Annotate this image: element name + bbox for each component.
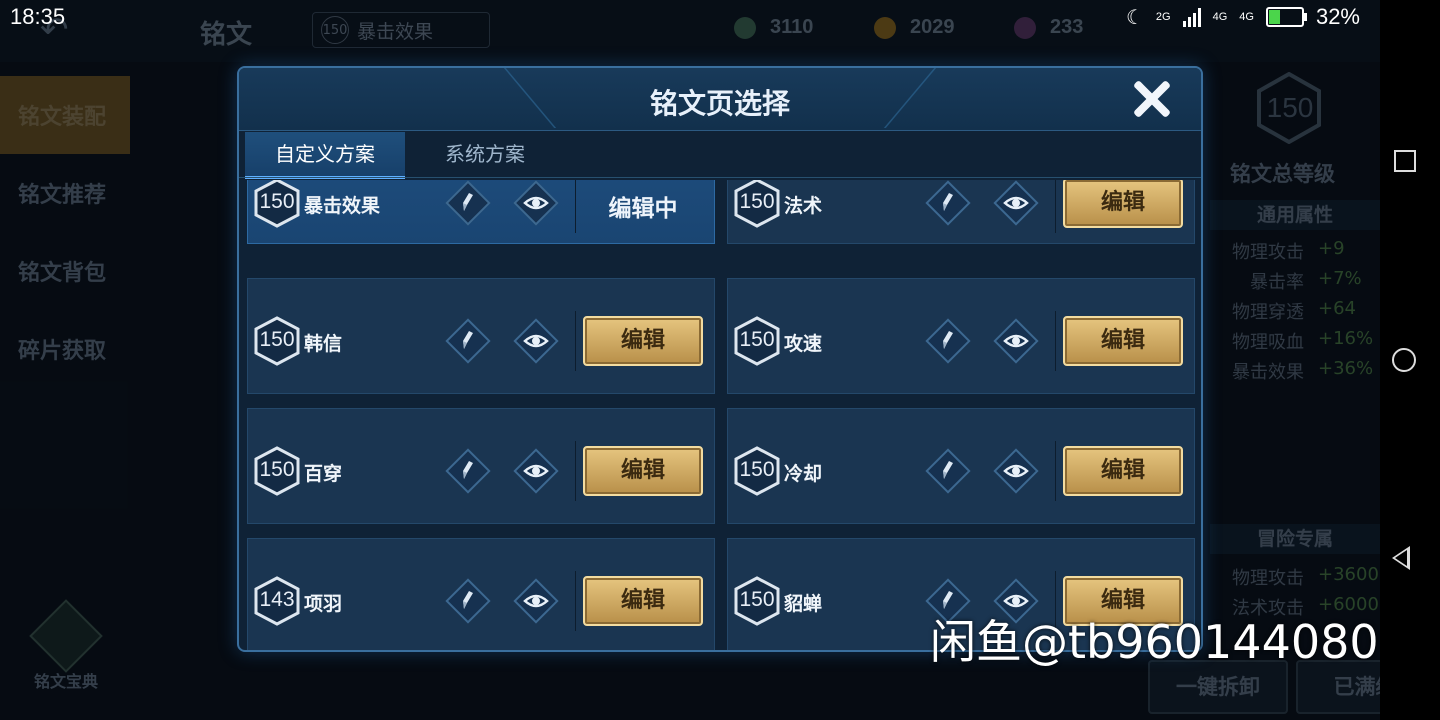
- edit-button[interactable]: 编辑: [1063, 180, 1183, 228]
- rename-button[interactable]: [445, 448, 491, 494]
- edit-button[interactable]: 编辑: [583, 576, 703, 626]
- edit-button[interactable]: 编辑: [1063, 316, 1183, 366]
- watermark: 闲鱼@tb960144080: [930, 615, 1379, 669]
- battery-icon: [1265, 7, 1307, 27]
- page-name: 冷却: [784, 463, 823, 485]
- rune-page-card[interactable]: 150 攻速 编辑: [727, 278, 1195, 394]
- preview-button[interactable]: [993, 180, 1039, 226]
- edit-button[interactable]: 编辑: [583, 316, 703, 366]
- moon-icon: ☾: [1125, 6, 1144, 29]
- rune-page-card[interactable]: 143 项羽 编辑: [247, 538, 715, 650]
- dialog-header: 铭文页选择: [239, 68, 1201, 131]
- preview-button[interactable]: [513, 180, 559, 226]
- tab-custom[interactable]: 自定义方案: [245, 132, 405, 179]
- preview-button[interactable]: [513, 448, 559, 494]
- page-name: 百穿: [304, 463, 343, 485]
- page-level: 150: [739, 328, 775, 351]
- signal-label-1: 2G: [1155, 10, 1171, 23]
- status-time: 18:35: [10, 4, 66, 29]
- page-name: 暴击效果: [304, 195, 381, 217]
- status-bar: 18:35 ☾ 2G 4G 4G 32%: [0, 0, 1440, 36]
- signal-label-3: 4G: [1239, 10, 1254, 23]
- editing-status: 编辑中: [608, 196, 678, 222]
- nav-back-icon[interactable]: [1392, 546, 1410, 570]
- page-level: 150: [259, 328, 295, 351]
- recents-icon[interactable]: [1394, 150, 1416, 172]
- rune-page-dialog: 铭文页选择 自定义方案 系统方案 150 暴击效果 编辑中 150 法术 编辑 150 韩信编…: [237, 66, 1203, 652]
- rune-page-card[interactable]: 150 韩信 编辑: [247, 278, 715, 394]
- page-name: 法术: [784, 195, 823, 217]
- edit-button[interactable]: 编辑: [1063, 446, 1183, 496]
- rename-button[interactable]: [445, 578, 491, 624]
- rename-button[interactable]: [925, 318, 971, 364]
- dialog-tabs: 自定义方案 系统方案: [245, 132, 565, 179]
- status-icons: ☾ 2G 4G 4G 32%: [1126, 4, 1360, 30]
- rune-page-list: 150 暴击效果 编辑中 150 法术 编辑 150 韩信 编辑 150 攻速 编辑 150 百穿 编辑 15…: [247, 180, 1197, 650]
- rune-page-card[interactable]: 150 百穿 编辑: [247, 408, 715, 524]
- close-icon[interactable]: [1131, 78, 1173, 120]
- page-name: 攻速: [784, 333, 823, 355]
- page-name: 韩信: [304, 333, 343, 355]
- signal-bars-icon: [1182, 7, 1201, 27]
- dialog-title: 铭文页选择: [649, 87, 790, 120]
- rune-page-card[interactable]: 150 暴击效果 编辑中: [247, 180, 715, 244]
- edit-button[interactable]: 编辑: [583, 446, 703, 496]
- page-name: 项羽: [304, 593, 343, 615]
- preview-button[interactable]: [513, 578, 559, 624]
- page-level: 150: [739, 588, 775, 611]
- preview-button[interactable]: [993, 318, 1039, 364]
- preview-button[interactable]: [513, 318, 559, 364]
- battery-percent: 32%: [1315, 4, 1360, 29]
- page-level: 143: [259, 588, 295, 611]
- rename-button[interactable]: [445, 318, 491, 364]
- rune-page-card[interactable]: 150 法术 编辑: [727, 180, 1195, 244]
- rename-button[interactable]: [925, 180, 971, 226]
- page-name: 貂蝉: [784, 593, 823, 615]
- preview-button[interactable]: [993, 448, 1039, 494]
- rename-button[interactable]: [445, 180, 491, 226]
- rename-button[interactable]: [925, 448, 971, 494]
- rune-page-card[interactable]: 150 冷却 编辑: [727, 408, 1195, 524]
- signal-label-2: 4G: [1212, 10, 1228, 23]
- page-level: 150: [739, 190, 775, 213]
- page-level: 150: [739, 458, 775, 481]
- page-level: 150: [259, 190, 295, 213]
- page-level: 150: [259, 458, 295, 481]
- home-icon[interactable]: [1392, 348, 1416, 372]
- tab-system[interactable]: 系统方案: [405, 132, 565, 176]
